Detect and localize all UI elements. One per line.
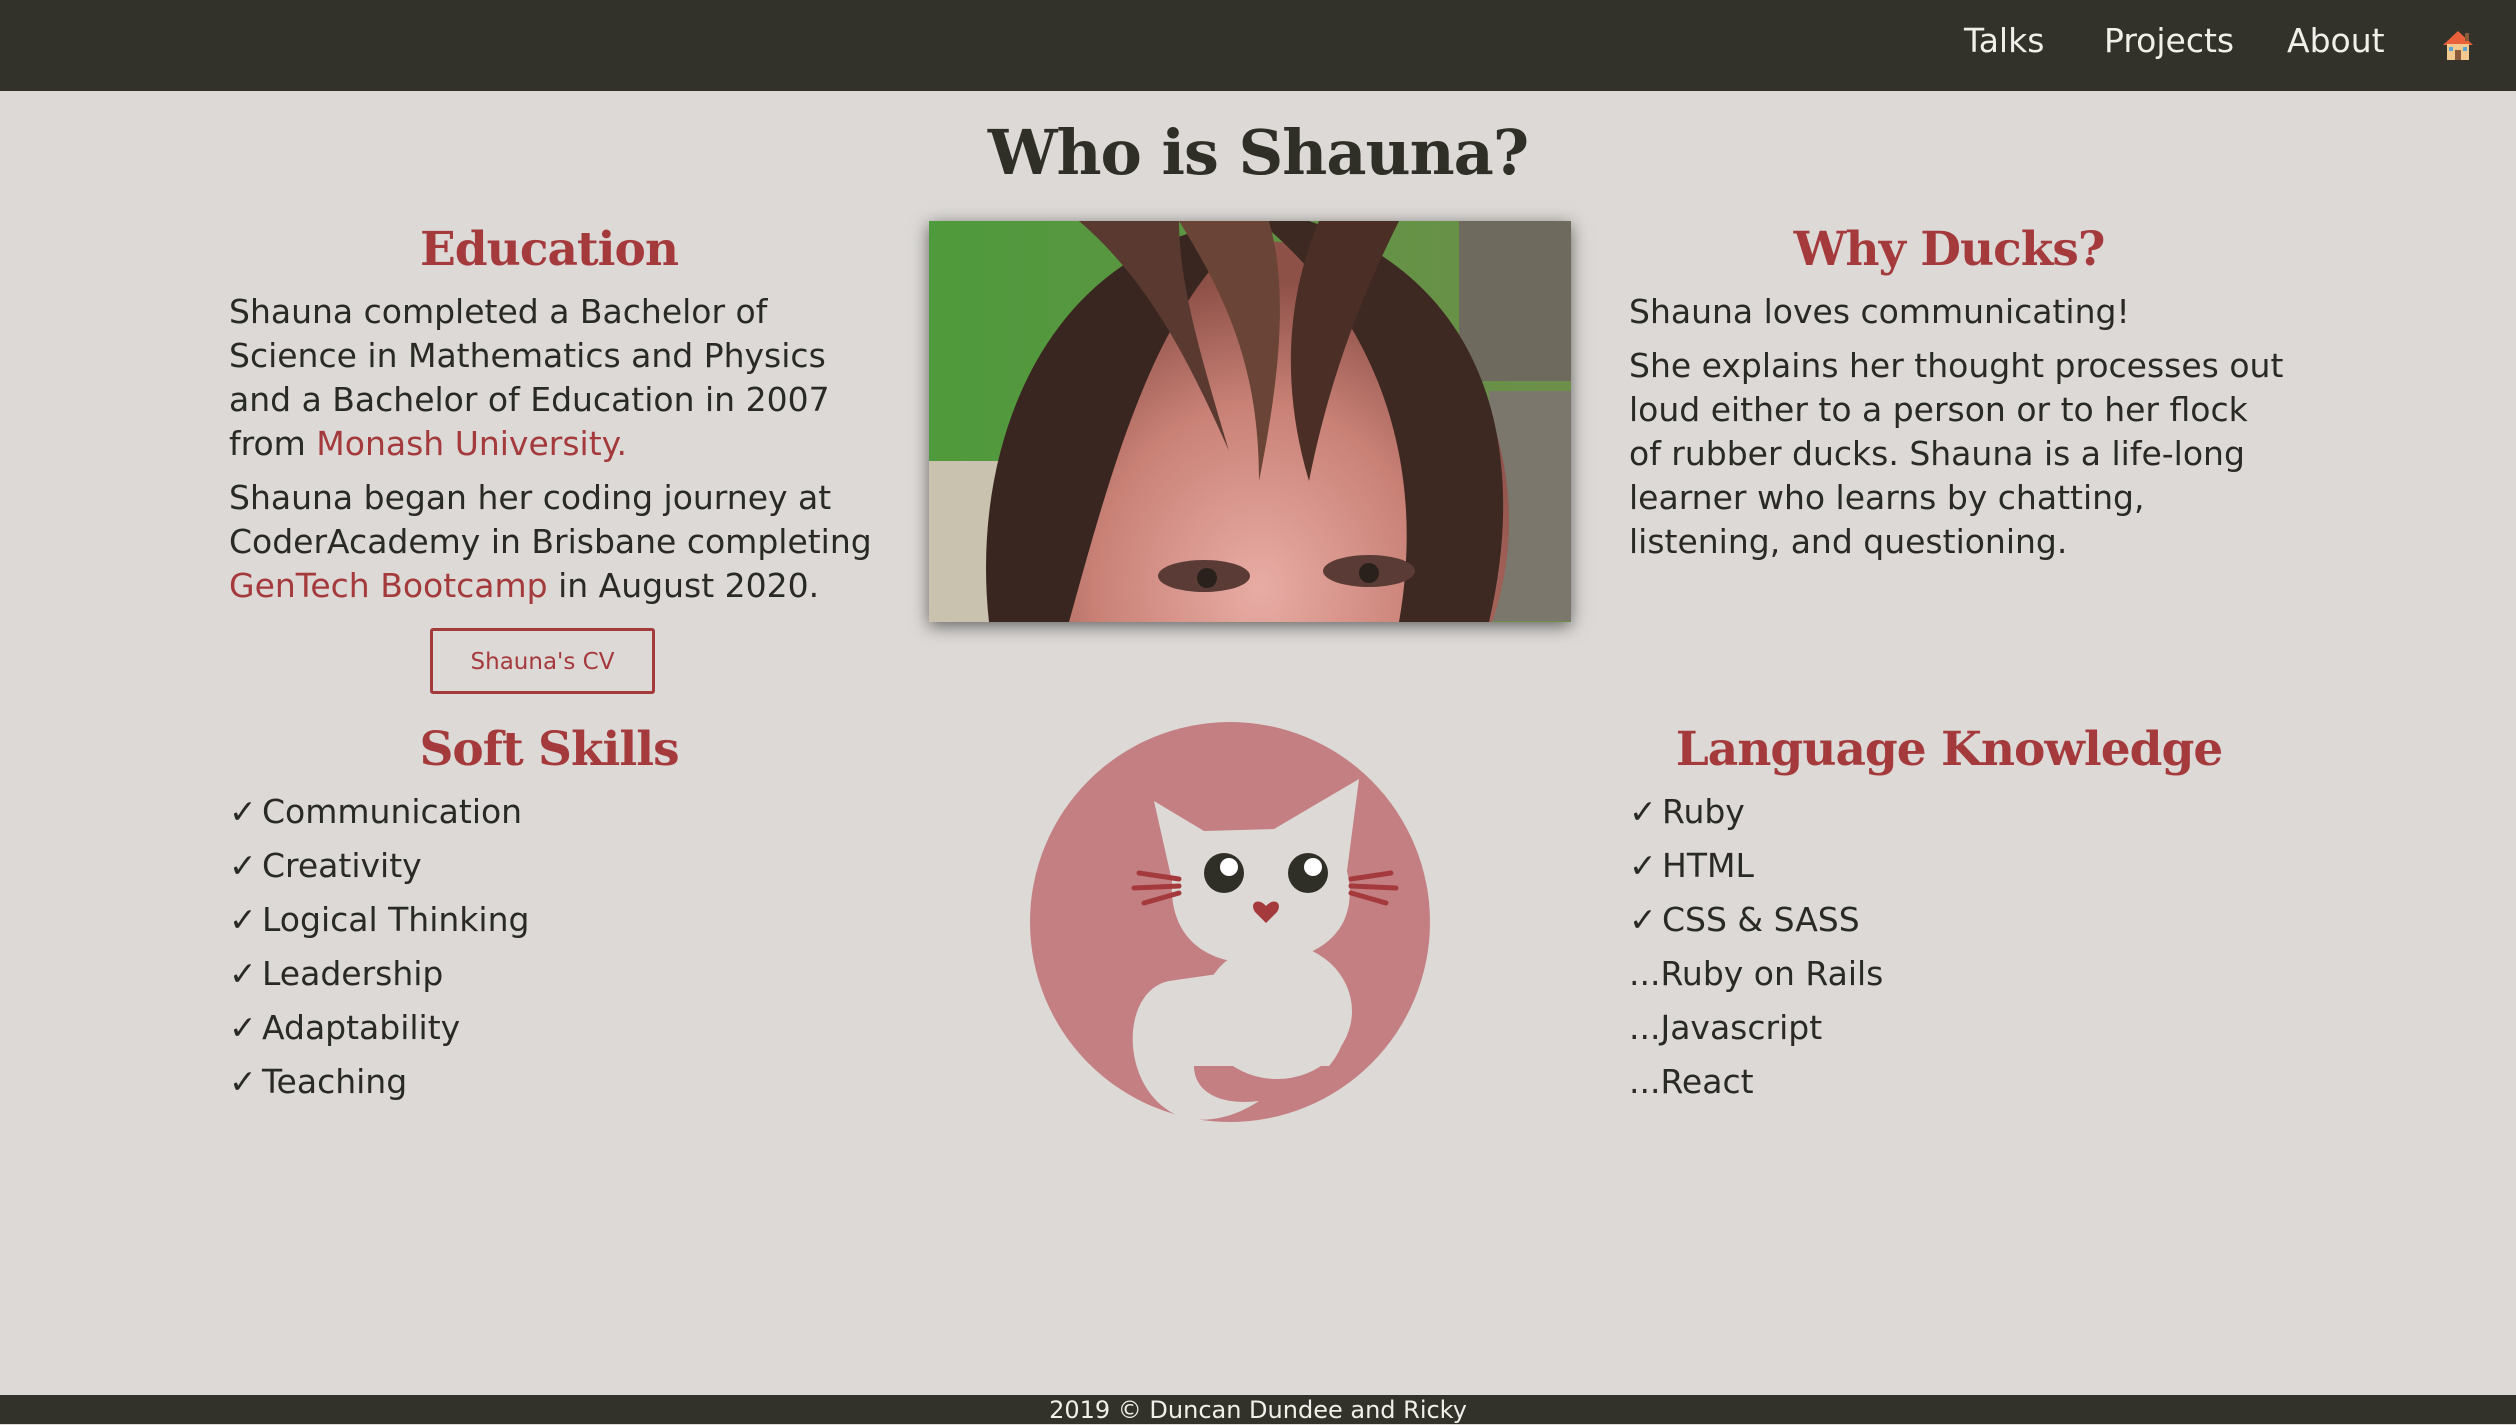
list-item: ✓ Communication (229, 785, 529, 839)
why-ducks-title: Why Ducks? (1793, 222, 2106, 277)
footer-text: 2019 © Duncan Dundee and Ricky (1049, 1396, 1467, 1424)
page-title: Who is Shauna? (987, 116, 1529, 189)
list-item-label: ...Ruby on Rails (1629, 954, 1884, 993)
footer: 2019 © Duncan Dundee and Ricky (0, 1395, 2516, 1424)
list-item-label: Logical Thinking (262, 900, 530, 939)
language-knowledge-title: Language Knowledge (1675, 722, 2224, 777)
check-icon: ✓ (1629, 792, 1657, 831)
list-item: ✓ Adaptability (229, 1001, 529, 1055)
why-ducks-paragraph-1: Shauna loves communicating! (1629, 292, 2130, 331)
language-list: ✓ Ruby ✓ HTML ✓ CSS & SASS ...Ruby on Rails… (1629, 785, 1883, 1109)
list-item: ✓ CSS & SASS (1629, 893, 1883, 947)
list-item-label: CSS & SASS (1662, 900, 1860, 939)
list-item: ✓ Logical Thinking (229, 893, 529, 947)
list-item: ✓ Ruby (1629, 785, 1883, 839)
check-icon: ✓ (1629, 900, 1657, 939)
list-item-label: Ruby (1662, 792, 1745, 831)
soft-skills-list: ✓ Communication ✓ Creativity ✓ Logical Thin… (229, 785, 529, 1109)
home-icon[interactable] (2441, 28, 2475, 62)
nav-link-talks[interactable]: Talks (1964, 18, 2044, 64)
education-paragraph-1: Shauna completed a Bachelor of Science i… (229, 290, 889, 466)
list-item-label: Leadership (262, 954, 444, 993)
list-item-label: HTML (1662, 846, 1754, 885)
list-item: ✓ Leadership (229, 947, 529, 1001)
education-text-2: Shauna began her coding journey at Coder… (229, 478, 872, 561)
list-item: ✓ HTML (1629, 839, 1883, 893)
nav-link-projects[interactable]: Projects (2104, 18, 2234, 64)
gentech-bootcamp-link[interactable]: GenTech Bootcamp (229, 566, 548, 605)
list-item-label: ...Javascript (1629, 1008, 1823, 1047)
list-item-label: ...React (1629, 1062, 1754, 1101)
check-icon: ✓ (229, 846, 257, 885)
list-item-label: Creativity (262, 846, 422, 885)
profile-photo (929, 221, 1571, 622)
check-icon: ✓ (229, 792, 257, 831)
list-item: ✓ Creativity (229, 839, 529, 893)
why-ducks-paragraph-2: She explains her thought processes out l… (1629, 346, 2284, 561)
list-item: ✓ Teaching (229, 1055, 529, 1109)
check-icon: ✓ (229, 1062, 257, 1101)
list-item-label: Communication (262, 792, 523, 831)
top-nav: Talks Projects About (0, 0, 2516, 91)
list-item-label: Adaptability (262, 1008, 461, 1047)
monash-university-link[interactable]: Monash University. (316, 424, 627, 463)
check-icon: ✓ (229, 1008, 257, 1047)
check-icon: ✓ (1629, 846, 1657, 885)
profile-photo-image (929, 221, 1571, 622)
check-icon: ✓ (229, 900, 257, 939)
cv-button[interactable]: Shauna's CV (430, 628, 655, 694)
cat-logo (1030, 722, 1430, 1122)
education-text-3: in August 2020. (547, 566, 820, 605)
list-item: ...Javascript (1629, 1001, 1883, 1055)
check-icon: ✓ (229, 954, 257, 993)
education-title: Education (419, 222, 679, 277)
list-item-label: Teaching (262, 1062, 408, 1101)
list-item: ...Ruby on Rails (1629, 947, 1883, 1001)
education-paragraph-2: Shauna began her coding journey at Coder… (229, 476, 889, 608)
nav-link-about[interactable]: About (2287, 18, 2385, 64)
list-item: ...React (1629, 1055, 1883, 1109)
soft-skills-title: Soft Skills (419, 722, 679, 777)
